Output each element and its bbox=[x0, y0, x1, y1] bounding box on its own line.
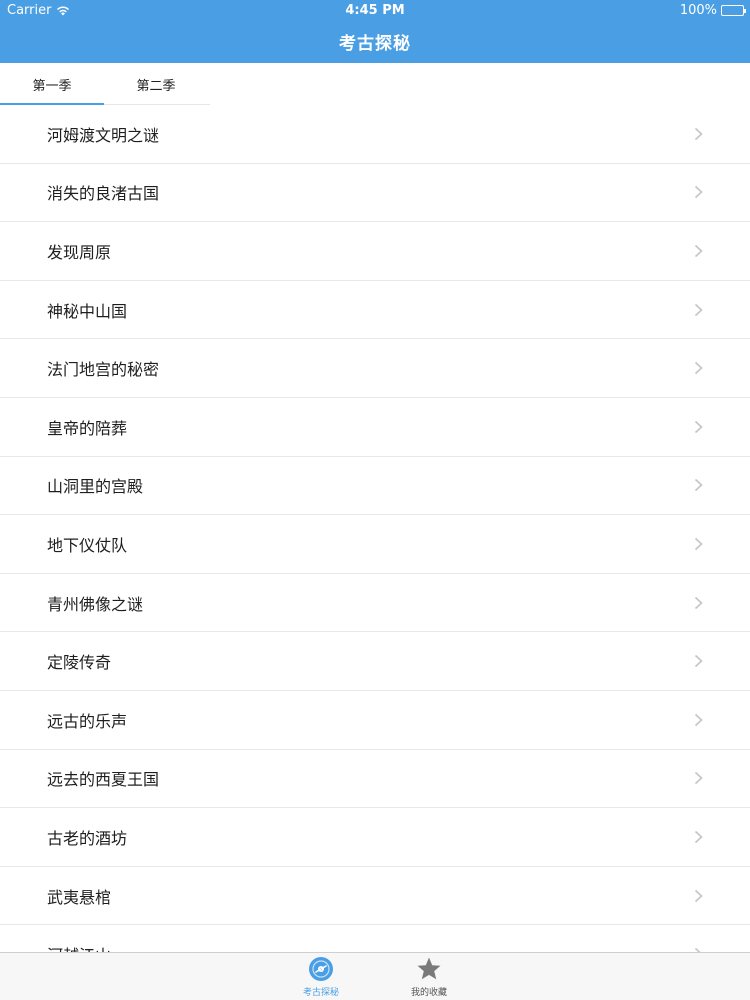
page-title: 考古探秘 bbox=[339, 34, 411, 54]
tabbar-label: 考古探秘 bbox=[302, 988, 339, 998]
episode-title: 武夷悬棺 bbox=[47, 887, 112, 907]
season-segment-control: 第一季 第二季 bbox=[0, 63, 210, 106]
tab-label: 第二季 bbox=[136, 78, 176, 94]
list-item[interactable]: 地下仪仗队 bbox=[0, 515, 750, 574]
episode-title: 青州佛像之谜 bbox=[47, 594, 144, 614]
episode-title: 地下仪仗队 bbox=[47, 535, 128, 555]
list-item[interactable]: 河越江山 bbox=[0, 925, 750, 952]
navigation-bar: Carrier 4:45 PM 100% 考古探秘 bbox=[0, 0, 750, 63]
episode-list[interactable]: 河姆渡文明之谜 消失的良渚古国 发现周原 神秘中山国 法门地宫的秘密 皇帝的陪葬… bbox=[0, 105, 750, 952]
chevron-right-icon bbox=[694, 479, 703, 492]
chevron-right-icon bbox=[694, 713, 703, 726]
list-item[interactable]: 法门地宫的秘密 bbox=[0, 339, 750, 398]
episode-title: 河姆渡文明之谜 bbox=[47, 125, 160, 145]
chevron-right-icon bbox=[694, 596, 703, 609]
episode-title: 河越江山 bbox=[47, 942, 111, 952]
tabbar-label: 我的收藏 bbox=[410, 988, 447, 998]
chevron-right-icon bbox=[694, 127, 703, 140]
chevron-right-icon bbox=[694, 772, 703, 785]
chevron-right-icon bbox=[694, 303, 703, 316]
disc-icon bbox=[309, 957, 333, 981]
battery-indicator: 100% bbox=[679, 3, 746, 18]
star-icon bbox=[417, 957, 441, 980]
list-item[interactable]: 消失的良渚古国 bbox=[0, 163, 750, 223]
battery-percent: 100% bbox=[679, 3, 717, 18]
episode-title: 远去的西夏王国 bbox=[47, 770, 160, 790]
tabbar-item-explore[interactable]: 考古探秘 bbox=[281, 956, 361, 998]
chevron-right-icon bbox=[694, 186, 703, 199]
list-item[interactable]: 青州佛像之谜 bbox=[0, 573, 750, 633]
chevron-right-icon bbox=[694, 830, 703, 844]
list-item[interactable]: 武夷悬棺 bbox=[0, 866, 750, 926]
list-item[interactable]: 定陵传奇 bbox=[0, 632, 750, 691]
tab-label: 第一季 bbox=[32, 78, 72, 94]
episode-title: 神秘中山国 bbox=[47, 301, 128, 321]
chevron-right-icon bbox=[694, 362, 703, 375]
episode-title: 古老的酒坊 bbox=[47, 828, 128, 848]
status-time: 4:45 PM bbox=[345, 3, 405, 18]
chevron-right-icon bbox=[694, 655, 703, 668]
chevron-right-icon bbox=[694, 420, 703, 433]
battery-icon bbox=[721, 5, 746, 16]
chevron-right-icon bbox=[694, 537, 703, 551]
chevron-right-icon bbox=[694, 244, 703, 258]
list-item[interactable]: 河姆渡文明之谜 bbox=[0, 105, 750, 164]
episode-title: 山洞里的宫殿 bbox=[47, 477, 144, 497]
list-item[interactable]: 山洞里的宫殿 bbox=[0, 456, 750, 516]
tabbar-item-favorites[interactable]: 我的收藏 bbox=[389, 956, 469, 998]
list-item[interactable]: 远去的西夏王国 bbox=[0, 749, 750, 809]
episode-title: 皇帝的陪葬 bbox=[47, 418, 128, 438]
episode-title: 远古的乐声 bbox=[47, 711, 128, 731]
chevron-right-icon bbox=[694, 889, 703, 902]
tab-season-2[interactable]: 第二季 bbox=[104, 63, 208, 105]
list-item[interactable]: 神秘中山国 bbox=[0, 280, 750, 340]
episode-title: 法门地宫的秘密 bbox=[47, 360, 160, 380]
list-item[interactable]: 发现周原 bbox=[0, 222, 750, 281]
list-item[interactable]: 古老的酒坊 bbox=[0, 808, 750, 867]
episode-title: 定陵传奇 bbox=[47, 653, 112, 673]
app-screen: Carrier 4:45 PM 100% 考古探秘 第一季 第二季 河姆渡文明之… bbox=[0, 0, 750, 1000]
list-item[interactable]: 远古的乐声 bbox=[0, 690, 750, 750]
list-item[interactable]: 皇帝的陪葬 bbox=[0, 397, 750, 457]
status-bar: Carrier 4:45 PM 100% bbox=[0, 0, 750, 20]
tab-season-1[interactable]: 第一季 bbox=[0, 63, 104, 106]
episode-title: 发现周原 bbox=[47, 242, 112, 262]
episode-title: 消失的良渚古国 bbox=[47, 184, 160, 204]
bottom-tab-bar: 考古探秘 我的收藏 bbox=[0, 952, 750, 1000]
